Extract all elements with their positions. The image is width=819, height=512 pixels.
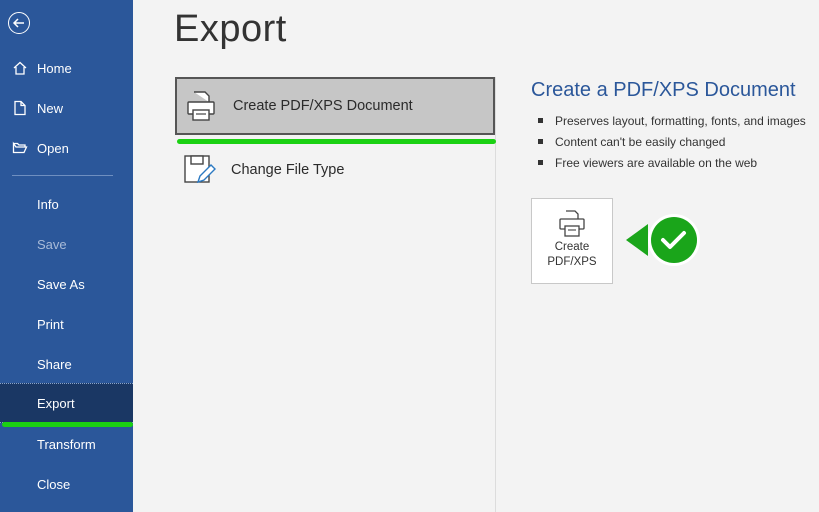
checkmark-icon [626,214,700,266]
printer-document-icon [187,91,215,121]
detail-title: Create a PDF/XPS Document [531,79,796,101]
bullet-item: Free viewers are available on the web [538,152,806,173]
nav-info[interactable]: Info [0,184,133,224]
new-document-icon [14,100,26,116]
nav-label-share: Share [37,356,72,372]
option-create-pdf-xps[interactable]: Create PDF/XPS Document [175,77,495,135]
nav-transform[interactable]: Transform [0,424,133,464]
nav-label-close: Close [37,476,71,492]
printer-document-icon [559,210,585,237]
page-title: Export [174,8,287,50]
create-button-line2: PDF/XPS [547,256,597,268]
nav-print[interactable]: Print [0,304,133,344]
bullet-text: Preserves layout, formatting, fonts, and… [555,113,806,128]
nav-save-as[interactable]: Save As [0,264,133,304]
bullet-square-icon [538,118,543,123]
bullet-item: Preserves layout, formatting, fonts, and… [538,110,806,131]
export-highlight-underline [2,422,133,427]
back-arrow-icon[interactable] [8,12,30,34]
nav-home[interactable]: Home [0,48,133,88]
nav-label-save-as: Save As [37,276,85,292]
nav-share[interactable]: Share [0,344,133,384]
detail-bullets: Preserves layout, formatting, fonts, and… [538,110,806,173]
nav-close[interactable]: Close [0,464,133,504]
bullet-square-icon [538,160,543,165]
nav-label-print: Print [37,316,64,332]
nav-label-new: New [37,100,64,116]
nav-open[interactable]: Open [0,128,133,168]
nav-label-info: Info [37,196,59,212]
nav-label-home: Home [37,60,72,76]
nav-save[interactable]: Save [0,224,133,264]
home-icon [13,61,27,75]
option-label-change-type: Change File Type [231,162,345,178]
bullet-text: Content can't be easily changed [555,134,726,149]
create-button-label: Create PDF/XPS [547,240,596,270]
nav-export[interactable]: Export [0,383,133,423]
backstage-sidebar: Home New Open Info Save Save As Print Sh… [0,0,133,512]
nav-label-save: Save [37,236,67,252]
nav-new[interactable]: New [0,88,133,128]
nav-label-open: Open [37,140,69,156]
create-pdf-xps-button[interactable]: Create PDF/XPS [531,198,613,284]
bullet-item: Content can't be easily changed [538,131,806,152]
nav-label-transform: Transform [37,436,96,452]
nav-label-export: Export [37,395,75,411]
sidebar-divider [12,175,113,176]
option-change-file-type[interactable]: Change File Type [175,141,495,199]
save-file-edit-icon [184,155,216,184]
folder-open-icon [12,141,28,154]
bullet-text: Free viewers are available on the web [555,155,758,170]
option-label-create-pdf: Create PDF/XPS Document [233,98,413,114]
bullet-square-icon [538,139,543,144]
create-button-line1: Create [554,241,590,253]
